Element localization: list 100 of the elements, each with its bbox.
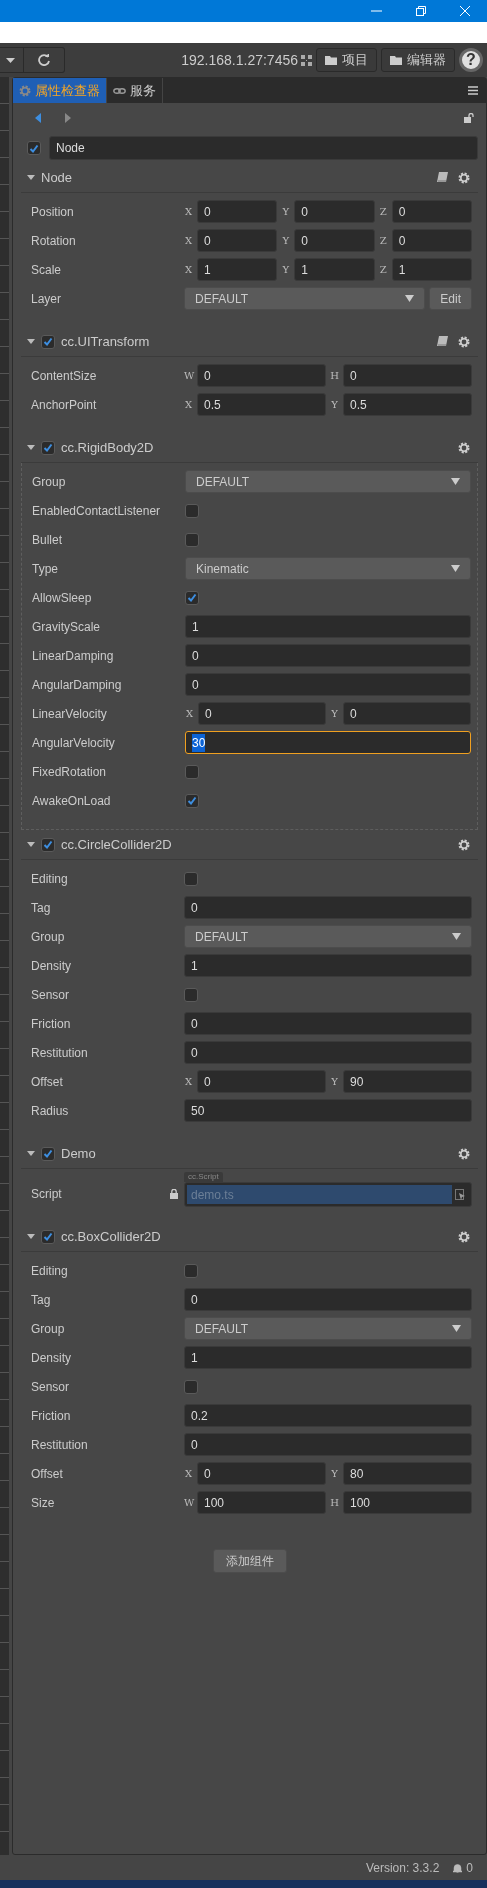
checkbox[interactable] <box>185 764 199 779</box>
refresh-icon[interactable] <box>38 54 50 66</box>
collapse-caret-icon[interactable] <box>27 175 35 180</box>
settings-icon[interactable] <box>458 1230 470 1243</box>
number-field[interactable]: 0 <box>197 364 326 387</box>
number-field[interactable]: 30 <box>185 731 471 754</box>
number-field[interactable]: 0 <box>197 200 278 223</box>
number-field[interactable]: 0 <box>343 364 472 387</box>
dropdown[interactable]: DEFAULT <box>184 287 426 310</box>
number-field[interactable]: 0 <box>184 1041 472 1064</box>
checkbox[interactable] <box>184 871 198 886</box>
dropdown[interactable]: Kinematic <box>185 557 471 580</box>
checkbox[interactable] <box>185 532 199 547</box>
checkbox[interactable] <box>41 334 55 349</box>
number-field[interactable]: 0.5 <box>343 393 472 416</box>
property-label: Group <box>32 473 66 491</box>
checkbox[interactable] <box>41 1146 55 1161</box>
collapse-caret-icon[interactable] <box>27 1234 35 1239</box>
number-field[interactable]: 0 <box>184 896 472 919</box>
number-field[interactable]: 100 <box>343 1491 472 1514</box>
number-field[interactable]: 1 <box>184 1346 472 1369</box>
number-field[interactable]: 0 <box>343 702 471 725</box>
folder-button[interactable]: 项目 <box>316 48 377 72</box>
collapse-caret-icon[interactable] <box>27 842 35 847</box>
number-field[interactable]: 0.2 <box>184 1404 472 1427</box>
bell-icon[interactable] <box>453 1862 463 1873</box>
picker-icon[interactable] <box>455 1188 466 1201</box>
number-field[interactable]: 0 <box>197 1070 326 1093</box>
restore-icon[interactable] <box>416 6 426 16</box>
property-label: AngularDamping <box>32 676 122 694</box>
tab[interactable]: 服务 <box>107 78 163 103</box>
number-field[interactable]: 0 <box>294 229 375 252</box>
settings-icon[interactable] <box>458 441 470 454</box>
number-field[interactable]: 1 <box>197 258 278 281</box>
qr-code-icon[interactable] <box>301 54 312 66</box>
property-label: Restitution <box>31 1044 88 1062</box>
component-title: cc.CircleCollider2D <box>61 835 172 854</box>
settings-icon[interactable] <box>458 171 470 184</box>
settings-icon[interactable] <box>458 1147 470 1160</box>
settings-icon[interactable] <box>458 335 470 348</box>
number-field[interactable]: 0 <box>294 200 375 223</box>
checkbox[interactable] <box>184 1263 198 1278</box>
checkbox[interactable] <box>41 837 55 852</box>
dropdown[interactable]: DEFAULT <box>184 1317 472 1340</box>
checkbox[interactable] <box>185 590 199 605</box>
checkbox[interactable] <box>27 141 41 155</box>
checkbox[interactable] <box>185 793 199 808</box>
property-label: Restitution <box>31 1436 88 1454</box>
close-icon[interactable] <box>460 6 470 16</box>
number-field[interactable]: 100 <box>197 1491 326 1514</box>
number-field[interactable]: 0 <box>197 1462 326 1485</box>
number-field[interactable]: 0 <box>184 1012 472 1035</box>
component-title: cc.RigidBody2D <box>61 438 154 457</box>
checkbox[interactable] <box>41 1229 55 1244</box>
property-label: Script <box>31 1185 62 1203</box>
number-field[interactable]: 0 <box>185 644 471 667</box>
checkbox[interactable] <box>184 987 198 1002</box>
number-field[interactable]: 1 <box>294 258 375 281</box>
number-field[interactable]: 0 <box>184 1433 472 1456</box>
checkbox[interactable] <box>184 1379 198 1394</box>
node-name-field[interactable]: Node <box>49 136 478 160</box>
number-field[interactable]: 0 <box>391 200 472 223</box>
folder-button[interactable]: 编辑器 <box>381 48 455 72</box>
number-field[interactable]: 0.5 <box>197 393 326 416</box>
number-field[interactable]: 0 <box>197 229 278 252</box>
server-address: 192.168.1.27:7456 <box>181 50 298 70</box>
folder-icon <box>325 55 338 65</box>
number-field[interactable]: 50 <box>184 1099 472 1122</box>
component-title: cc.UITransform <box>61 332 150 351</box>
forward-arrow-icon[interactable] <box>65 113 71 123</box>
dropdown[interactable]: DEFAULT <box>184 925 472 948</box>
number-field[interactable]: 0 <box>184 1288 472 1311</box>
menu-icon[interactable] <box>468 86 478 95</box>
add-component-button[interactable]: 添加组件 <box>212 1549 287 1573</box>
number-field[interactable]: 80 <box>343 1462 472 1485</box>
back-arrow-icon[interactable] <box>35 113 41 123</box>
property-label: Sensor <box>31 1378 70 1396</box>
checkbox[interactable] <box>41 440 55 455</box>
book-icon[interactable] <box>437 172 448 183</box>
collapse-caret-icon[interactable] <box>27 339 35 344</box>
collapse-caret-icon[interactable] <box>27 445 35 450</box>
lock-icon[interactable] <box>464 113 474 123</box>
dropdown[interactable]: DEFAULT <box>185 470 471 493</box>
book-icon[interactable] <box>437 336 448 347</box>
number-field[interactable]: 0 <box>391 229 472 252</box>
number-field[interactable]: 1 <box>185 615 471 638</box>
number-field[interactable]: 90 <box>343 1070 472 1093</box>
help-button[interactable]: ? <box>459 48 483 72</box>
collapse-caret-icon[interactable] <box>27 1151 35 1156</box>
property-label: Editing <box>31 870 68 888</box>
edit-button[interactable]: Edit <box>429 287 472 310</box>
number-field[interactable]: 1 <box>184 954 472 977</box>
property-label: Group <box>31 928 65 946</box>
caret-icon <box>452 1325 461 1332</box>
checkbox[interactable] <box>185 503 199 518</box>
number-field[interactable]: 0 <box>198 702 326 725</box>
settings-icon[interactable] <box>458 838 470 851</box>
number-field[interactable]: 1 <box>391 258 472 281</box>
number-field[interactable]: 0 <box>185 673 471 696</box>
caret-icon[interactable] <box>6 57 15 63</box>
